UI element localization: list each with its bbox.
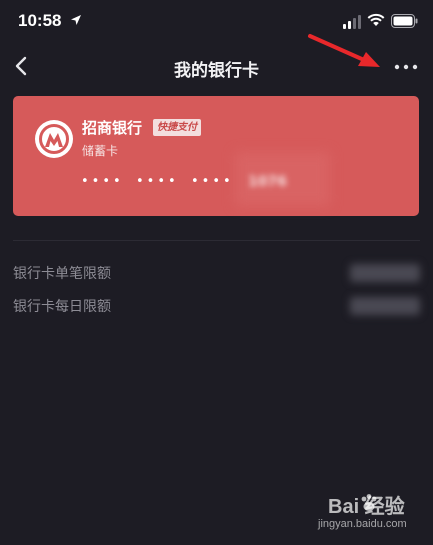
divider [13, 240, 420, 241]
status-time: 10:58 [18, 11, 62, 30]
card-type: 储蓄卡 [82, 144, 119, 158]
quickpay-badge: 快捷支付 [153, 119, 201, 136]
single-limit-value-blurred [350, 264, 420, 282]
bank-name: 招商银行 [82, 119, 143, 137]
more-button[interactable] [392, 58, 420, 76]
watermark: Bai 经验 jingyan.baidu.com [318, 490, 428, 540]
card-number: •••• •••• •••• 1076 [81, 174, 401, 194]
daily-limit-row: 银行卡每日限额 [13, 296, 420, 318]
battery-icon [391, 14, 418, 28]
card-mask-group: •••• [81, 174, 124, 189]
card-tail-digits: 1076 [248, 174, 287, 190]
bank-logo-icon [35, 120, 73, 158]
wifi-icon [367, 13, 385, 26]
more-dots-icon [394, 64, 418, 70]
single-limit-label: 银行卡单笔限额 [13, 266, 111, 282]
status-bar: 10:58 [0, 0, 433, 44]
screen: 10:58 我的银行卡 招商银行 快捷支付 储蓄卡 •••• •••• ••••… [0, 0, 433, 545]
paw-icon [361, 494, 377, 511]
daily-limit-value-blurred [350, 297, 420, 315]
watermark-url: jingyan.baidu.com [318, 518, 407, 530]
location-arrow-icon [71, 15, 81, 25]
single-limit-row: 银行卡单笔限额 [13, 263, 420, 285]
nav-bar: 我的银行卡 [0, 44, 433, 90]
card-mask-group: •••• [191, 174, 234, 189]
daily-limit-label: 银行卡每日限额 [13, 299, 111, 315]
card-mask-group: •••• [136, 174, 179, 189]
bank-card[interactable]: 招商银行 快捷支付 储蓄卡 •••• •••• •••• 1076 [13, 96, 419, 216]
page-title: 我的银行卡 [174, 61, 259, 81]
signal-icon [343, 15, 361, 29]
